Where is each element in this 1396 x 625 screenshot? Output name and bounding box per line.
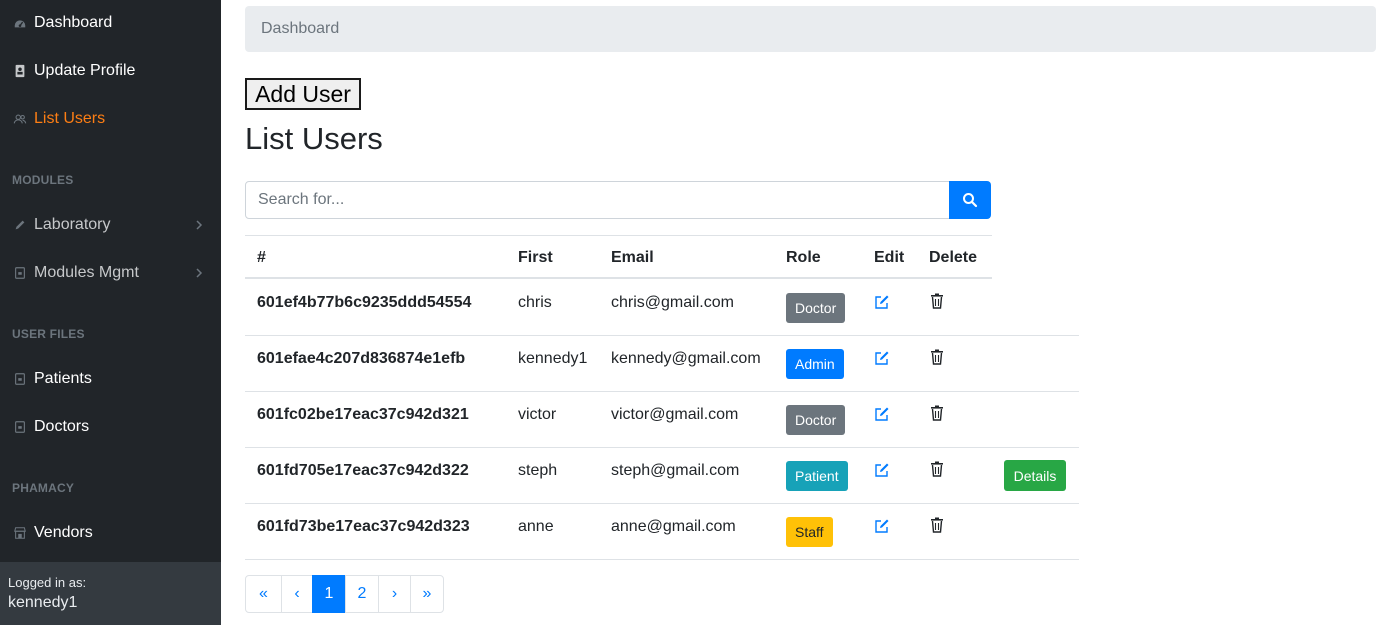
user-id: 601ef4b77b6c9235ddd54554 [257,294,472,311]
sidebar-item-doctors[interactable]: Doctors [0,405,221,449]
edit-icon[interactable] [874,294,890,310]
user-email: kennedy@gmail.com [611,350,761,367]
column-header-edit: Edit [874,249,905,266]
sidebar-item-update-profile[interactable]: Update Profile [0,49,221,93]
sidebar-item-label: Patients [34,370,92,387]
sidebar-item-label: List Users [34,110,106,127]
trash-icon[interactable] [930,293,944,309]
sidebar-item-label: Vendors [34,524,93,541]
module-icon [12,265,28,281]
user-id: 601fc02be17eac37c942d321 [257,406,469,423]
role-badge: Patient [786,461,848,491]
column-header-id: # [257,249,266,266]
sidebar-item-list-users[interactable]: List Users [0,97,221,141]
chevron-right-icon [196,220,203,230]
store-icon [12,525,28,541]
sidebar-item-modules-mgmt[interactable]: Modules Mgmt [0,251,221,295]
profile-icon [12,63,28,79]
page-first-link[interactable]: « [245,575,282,613]
trash-icon[interactable] [930,517,944,533]
table-row: 601fd705e17eac37c942d322 steph steph@gma… [245,448,1079,504]
sidebar-item-label: Modules Mgmt [34,264,139,281]
file-icon [12,419,28,435]
pencil-icon [12,217,28,233]
search-icon [963,193,978,208]
breadcrumb: Dashboard [245,6,1376,52]
sidebar-item-label: Dashboard [34,14,113,31]
column-header-role: Role [786,249,821,266]
role-badge: Staff [786,517,833,547]
page-link-2[interactable]: 2 [345,575,379,613]
role-badge: Admin [786,349,844,379]
trash-icon[interactable] [930,461,944,477]
sidebar: Dashboard Update Profile List Users MODU… [0,0,221,625]
user-email: steph@gmail.com [611,462,740,479]
column-header-delete: Delete [929,249,978,266]
user-id: 601efae4c207d836874e1efb [257,350,466,367]
pagination: « ‹ 1 2 › » [245,575,444,613]
sidebar-item-dashboard[interactable]: Dashboard [0,1,221,45]
edit-icon[interactable] [874,406,890,422]
breadcrumb-item[interactable]: Dashboard [261,20,339,37]
sidebar-item-patients[interactable]: Patients [0,357,221,401]
table-row: 601ef4b77b6c9235ddd54554 chris chris@gma… [245,280,1079,336]
user-email: chris@gmail.com [611,294,734,311]
trash-icon[interactable] [930,405,944,421]
user-first-name: anne [518,518,554,535]
user-email: victor@gmail.com [611,406,739,423]
dashboard-icon [12,15,28,31]
add-user-button[interactable]: Add User [245,78,361,110]
table-row: 601fd73be17eac37c942d323 anne anne@gmail… [245,504,1079,560]
user-first-name: kennedy1 [518,350,588,367]
user-first-name: steph [518,462,558,479]
column-header-first: First [518,249,553,266]
trash-icon[interactable] [930,349,944,365]
edit-icon[interactable] [874,462,890,478]
sidebar-item-label: Update Profile [34,62,136,79]
sidebar-item-vendors[interactable]: Vendors [0,511,221,555]
column-header-email: Email [611,249,654,266]
user-id: 601fd73be17eac37c942d323 [257,518,470,535]
user-first-name: victor [518,406,557,423]
chevron-right-icon [196,268,203,278]
user-id: 601fd705e17eac37c942d322 [257,462,469,479]
sidebar-item-label: Doctors [34,418,90,435]
page-next-link[interactable]: › [378,575,411,613]
section-heading-user-files: USER FILES [12,327,85,341]
user-email: anne@gmail.com [611,518,736,535]
user-first-name: chris [518,294,552,311]
logged-in-label: Logged in as: [8,575,87,590]
page-last-link[interactable]: » [410,575,444,613]
file-icon [12,371,28,387]
section-heading-modules: MODULES [12,173,74,187]
table-header: # First Email Role Edit Delete [245,235,992,279]
role-badge: Doctor [786,405,846,435]
sidebar-footer: Logged in as: kennedy1 [0,562,221,625]
section-heading-phamacy: PHAMACY [12,481,75,495]
sidebar-item-laboratory[interactable]: Laboratory [0,203,221,247]
search-button[interactable] [949,181,991,219]
table-row: 601fc02be17eac37c942d321 victor victor@g… [245,392,1079,448]
search-input[interactable] [245,181,950,219]
page-title: List Users [245,121,383,156]
table-row: 601efae4c207d836874e1efb kennedy1 kenned… [245,336,1079,392]
logged-in-username: kennedy1 [8,594,78,611]
page-prev-link[interactable]: ‹ [281,575,313,613]
sidebar-item-label: Laboratory [34,216,111,233]
role-badge: Doctor [786,293,846,323]
page-link-1[interactable]: 1 [312,575,346,613]
edit-icon[interactable] [874,518,890,534]
users-icon [12,111,28,127]
edit-icon[interactable] [874,350,890,366]
details-button[interactable]: Details [1004,460,1066,491]
